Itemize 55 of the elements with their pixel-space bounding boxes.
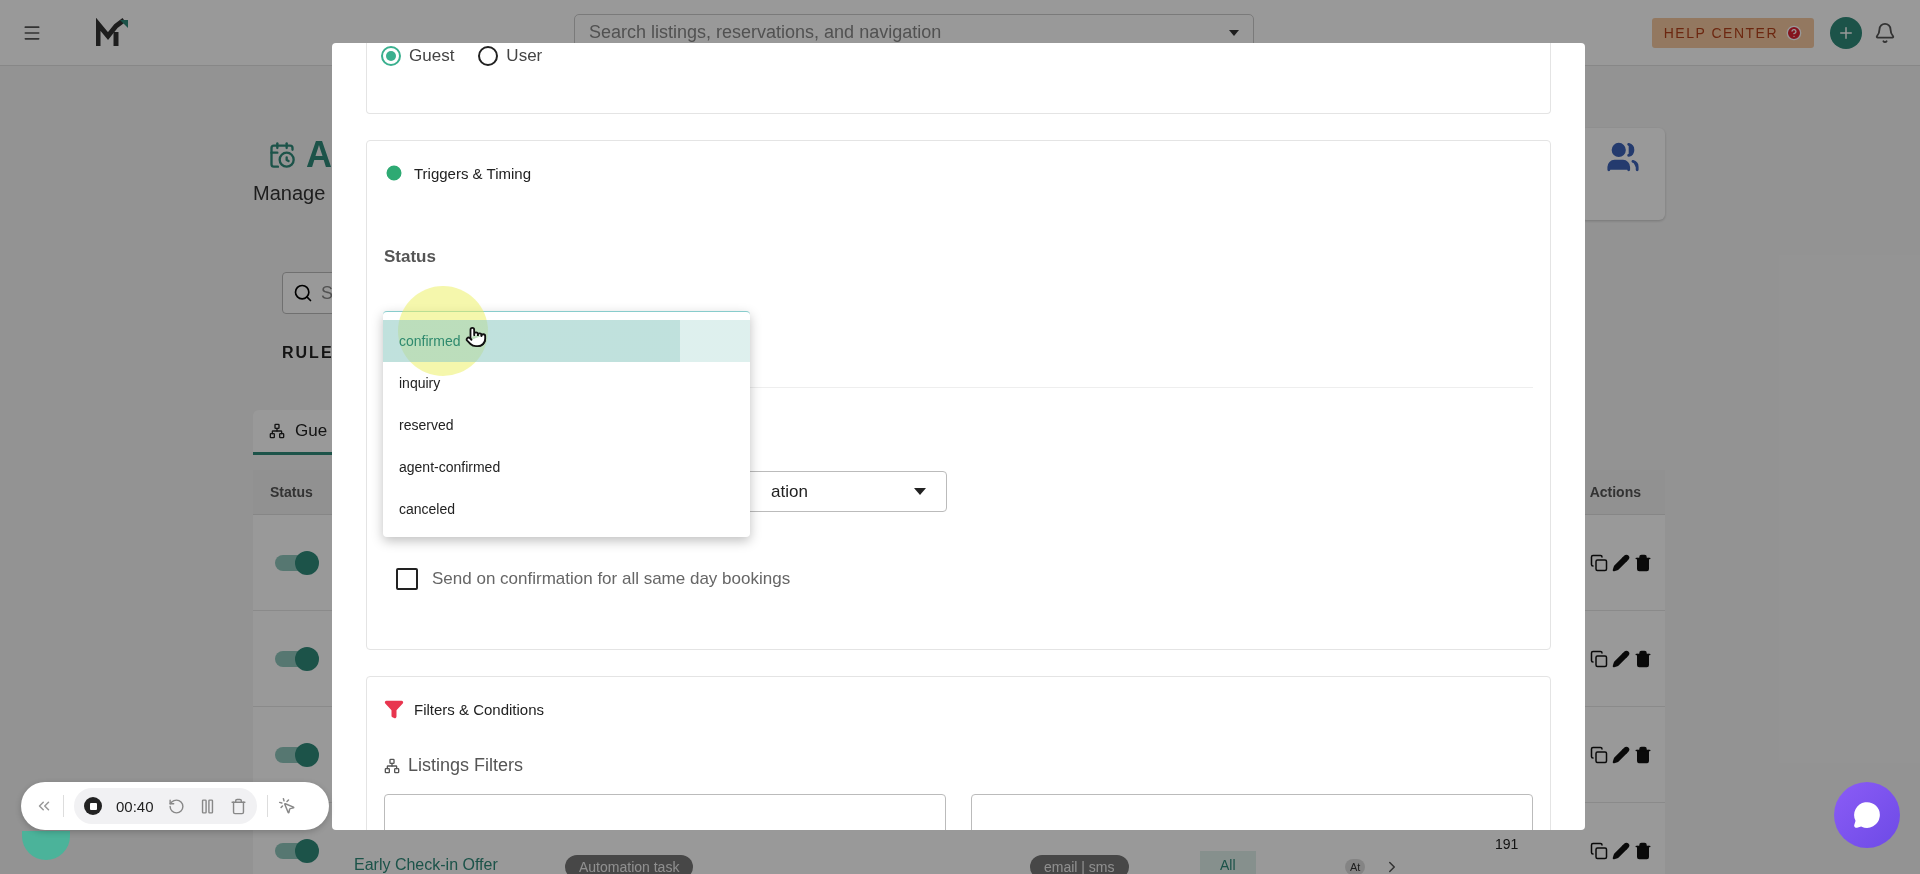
page-subtitle: Manage [253,182,327,205]
pointer-cursor-icon [465,326,487,348]
filter-field[interactable] [971,794,1533,830]
column-header: Status [270,484,313,500]
copy-icon[interactable] [1590,745,1608,764]
caret-icon [914,488,926,495]
copy-icon[interactable] [1590,841,1608,860]
menu-item[interactable]: reserved [383,404,750,446]
checkbox-label: Send on confirmation for all same day bookings [432,569,791,589]
delete-icon[interactable] [1634,745,1652,764]
copy-icon[interactable] [1590,553,1608,572]
delete-icon[interactable] [1634,841,1652,860]
edit-icon[interactable] [1612,745,1630,764]
edit-icon[interactable] [1612,649,1630,668]
add-button[interactable] [1830,16,1862,49]
section-title: Filters & Conditions [414,700,545,718]
stop-button[interactable] [84,797,102,815]
count-text: 191 [1495,836,1520,852]
caret-icon [1229,29,1239,36]
column-header: Actions [1589,484,1641,500]
funnel-icon [384,699,404,719]
delete-icon[interactable] [1634,649,1652,668]
filter-field[interactable] [384,794,946,830]
listings-icon [384,757,400,774]
radio-label: Guest [409,46,455,66]
bell-icon [1874,21,1896,44]
cursor-icon[interactable] [277,797,296,815]
chat-icon [1853,801,1881,829]
menu-item[interactable]: agent-confirmed [383,446,750,488]
recording-time: 00:40 [116,797,154,815]
restart-icon[interactable] [167,797,185,815]
radio-button[interactable] [381,46,401,66]
subsection-title: Listings Filters [408,755,524,776]
search-icon [293,283,313,303]
delete-icon[interactable] [229,797,247,815]
radio-button[interactable] [478,46,499,66]
edit-icon[interactable] [1612,553,1630,572]
radio-label: User [506,46,543,66]
help-icon [1786,24,1802,41]
automation-icon [268,141,296,169]
channel-tag: email | sms [1030,854,1129,874]
section-label: RULE [282,344,334,362]
edit-icon[interactable] [1612,841,1630,860]
type-tag: Automation task [565,854,694,874]
menu-item[interactable]: canceled [383,488,750,530]
field-label: Status [384,247,436,267]
delete-icon[interactable] [1634,553,1652,572]
menu-item[interactable]: inquiry [383,362,750,404]
copy-icon[interactable] [1590,649,1608,668]
timing-tag: At [1345,858,1366,874]
section-title: Triggers & Timing [414,164,531,182]
logo-icon [96,17,130,48]
scope-tag: All [1200,850,1256,874]
page-title: A [306,134,332,176]
checkbox[interactable] [396,568,418,590]
